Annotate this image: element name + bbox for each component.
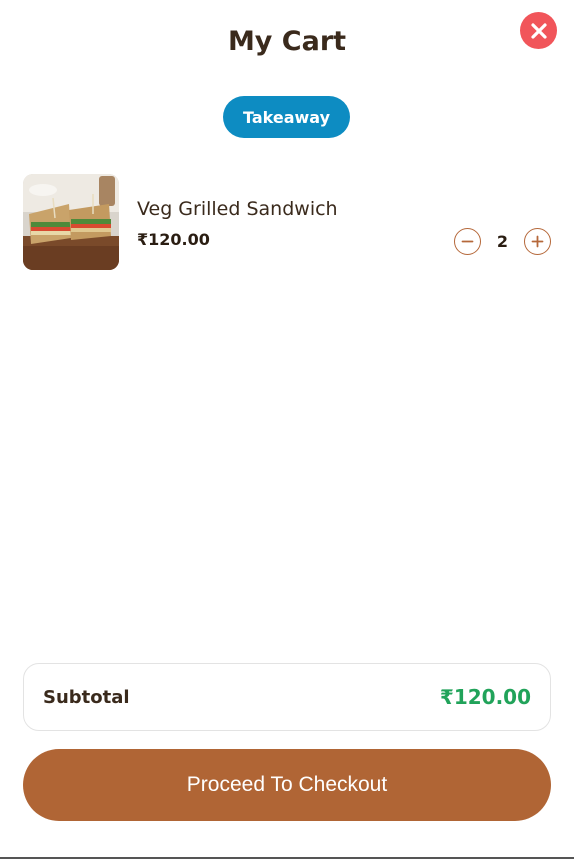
page-title: My Cart [227, 26, 347, 57]
item-name: Veg Grilled Sandwich [137, 198, 338, 220]
item-image [23, 174, 119, 270]
plus-icon [531, 235, 544, 248]
subtotal-label: Subtotal [43, 686, 130, 708]
decrease-quantity-button[interactable] [454, 228, 481, 255]
item-price: ₹120.00 [137, 230, 210, 249]
sandwich-photo [23, 174, 119, 270]
subtotal-value: ₹120.00 [439, 685, 531, 709]
cart-page: My Cart Takeaway Veg Grilled Sandwich ₹1… [0, 0, 574, 859]
order-mode-badge[interactable]: Takeaway [223, 96, 350, 138]
quantity-value: 2 [496, 232, 509, 251]
checkout-button[interactable]: Proceed To Checkout [23, 749, 551, 821]
cart-item: Veg Grilled Sandwich ₹120.00 2 [23, 174, 551, 270]
increase-quantity-button[interactable] [524, 228, 551, 255]
quantity-stepper: 2 [454, 228, 551, 255]
subtotal-card: Subtotal ₹120.00 [23, 663, 551, 731]
minus-icon [461, 240, 474, 243]
